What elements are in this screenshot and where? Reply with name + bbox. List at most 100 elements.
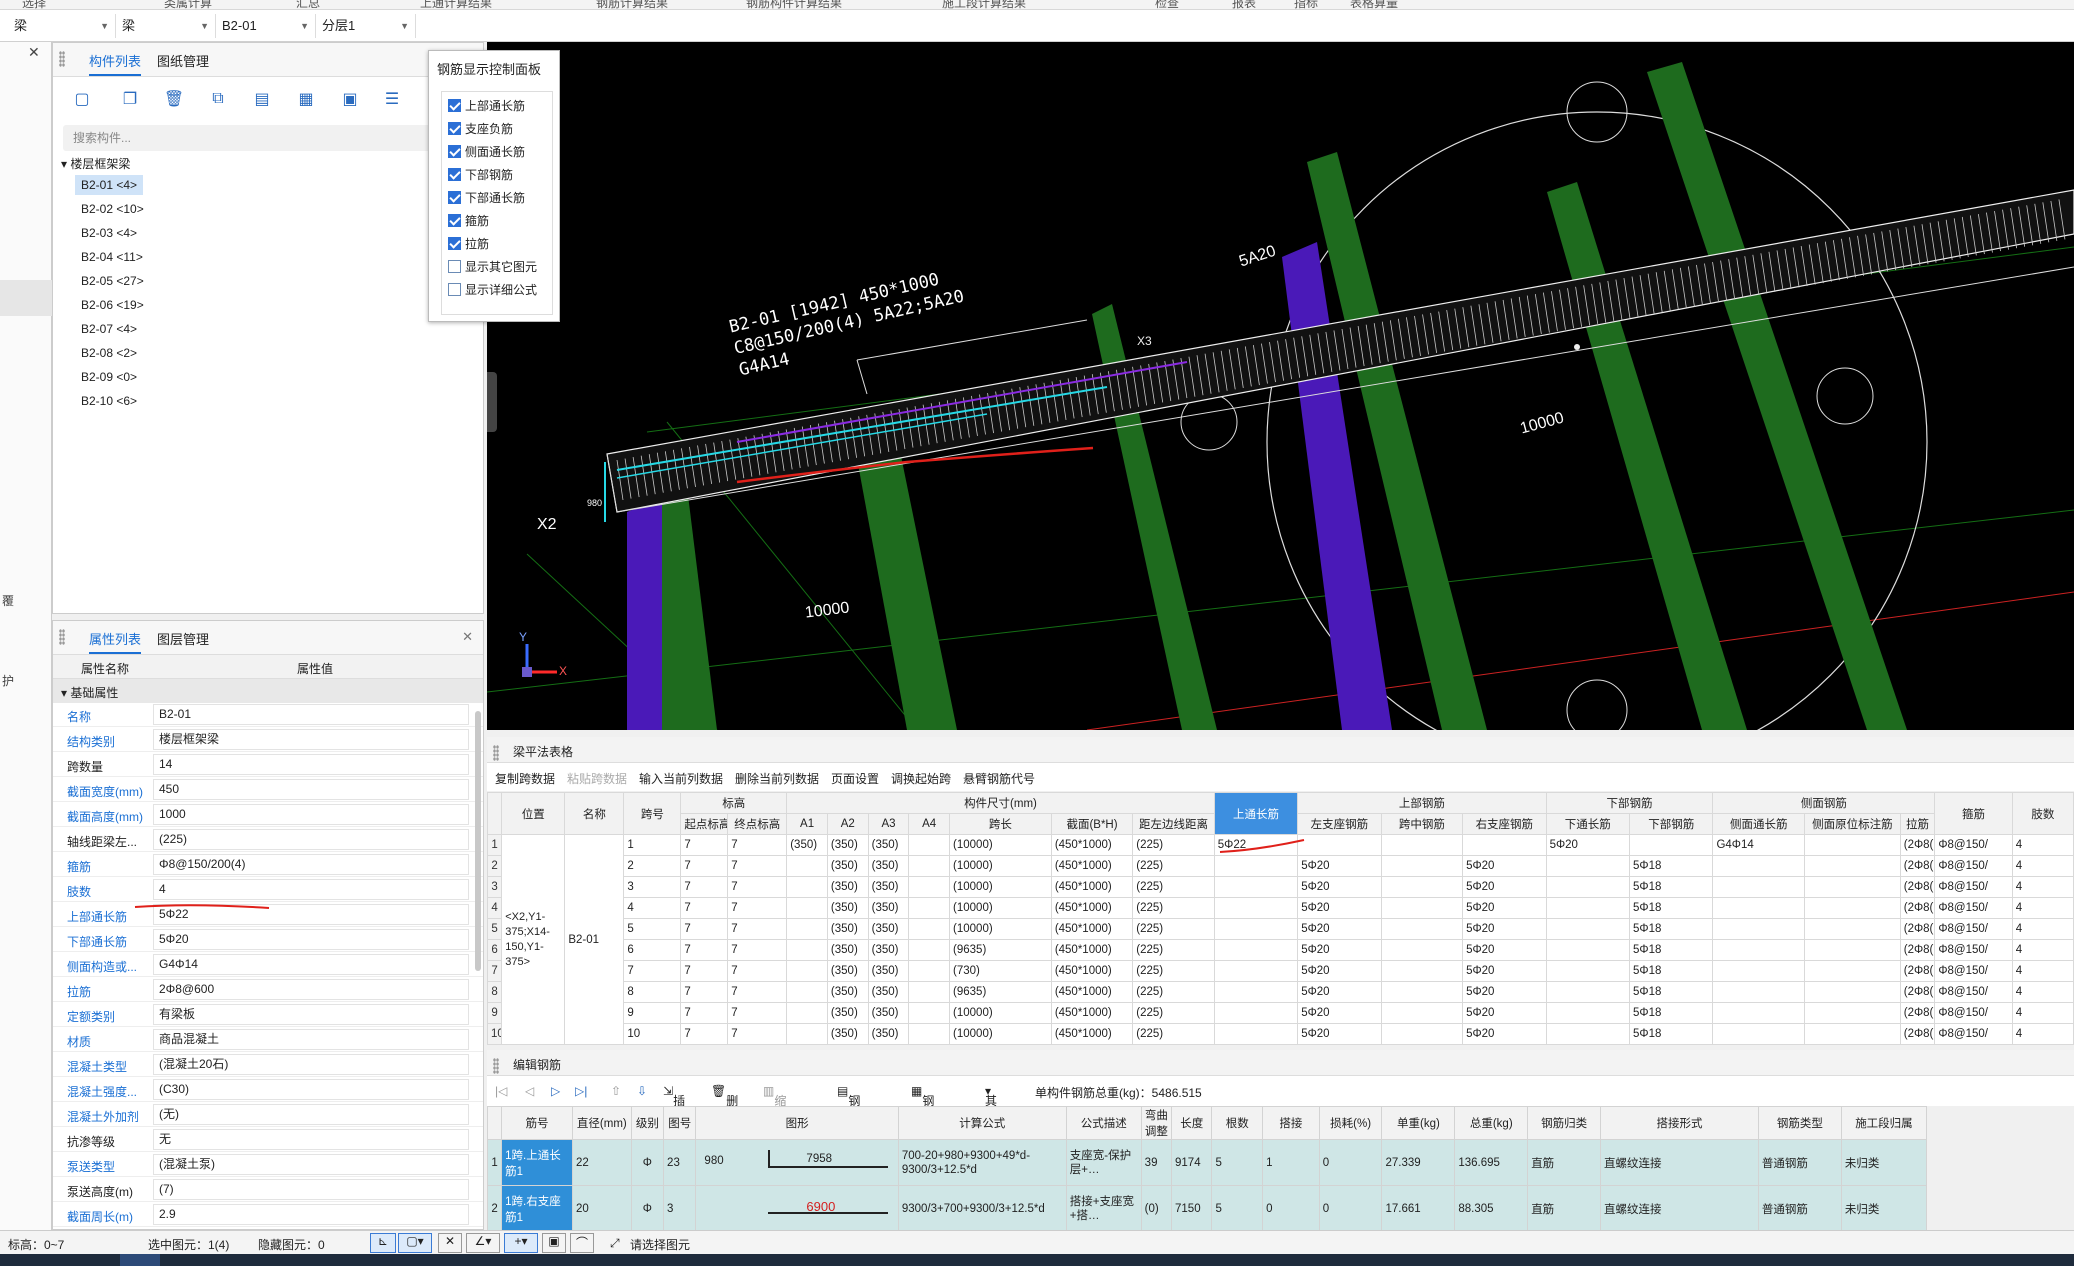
grid-cell[interactable]: 4 [2011,960,2074,982]
grid-cell[interactable]: 5 [623,918,682,940]
tree-item[interactable]: B2-08 <2> [75,343,143,363]
property-value[interactable]: (C30) [153,1079,469,1100]
grid-cell[interactable]: Φ8@150/ [1934,918,2013,940]
nav-label[interactable]: 护 [2,672,14,689]
grid-cell[interactable]: Φ8@150/ [1934,1002,2013,1024]
grid-cell[interactable]: 7 [680,960,729,982]
table-row[interactable]: 4 4 7 7 (350) (350) (10000) (450*1000) (225) 5Φ20… [486,897,2074,919]
grid-cell[interactable]: (225) [1132,981,1215,1003]
copy-layer-icon[interactable]: ⧉ [205,87,231,111]
grid-cell[interactable]: 5Φ18 [1629,939,1714,961]
grid-cell[interactable]: 5Φ18 [1629,918,1714,940]
delete-button[interactable]: 🗑 删除 [711,1084,738,1125]
formula-desc-cell[interactable]: 支座宽-保护层+… [1065,1139,1142,1186]
menu-item[interactable]: 汇总 [296,0,320,9]
grid-cell[interactable]: 7 [680,876,729,898]
menu-item[interactable]: 上通计算结果 [420,0,492,9]
grid-cell[interactable]: (10000) [949,855,1052,877]
tab-layer-management[interactable]: 图层管理 [157,629,209,648]
grid-cell[interactable]: (9635) [949,939,1052,961]
grid-cell[interactable] [1545,960,1631,982]
grid-cell[interactable]: Φ8@150/ [1934,960,2013,982]
search-input[interactable]: 搜索构件... [63,125,483,151]
collapse-handle[interactable] [487,372,497,432]
grid-cell[interactable]: 6 [623,939,682,961]
formula-desc-cell[interactable]: 搭接+支座宽+搭… [1065,1185,1142,1232]
menu-item[interactable]: 报表 [1232,0,1256,9]
checkbox-icon[interactable] [448,214,461,227]
move-down-icon[interactable]: ⇩ [637,1084,647,1098]
grid-cell[interactable]: (10000) [949,897,1052,919]
grid-cell[interactable]: 7 [680,981,729,1003]
table-row[interactable]: 6 6 7 7 (350) (350) (9635) (450*1000) (225) 5Φ20 5… [486,939,2074,961]
snap-box-icon[interactable]: ▢▾ [398,1233,432,1253]
grid-cell[interactable]: 5Φ18 [1629,1002,1714,1024]
table-row[interactable]: 3 3 7 7 (350) (350) (10000) (450*1000) (225) 5Φ20… [486,876,2074,898]
figure-no-cell[interactable]: 23 [663,1139,697,1186]
tree-item[interactable]: B2-09 <0> [75,367,143,387]
grid-cell[interactable]: 7 [680,939,729,961]
grid-cell[interactable]: 5Φ20 [1297,855,1382,877]
loss-cell[interactable]: 0 [1318,1139,1383,1186]
grid-cell[interactable]: (350) [867,981,910,1003]
grid-cell[interactable]: 7 [680,1002,729,1024]
grid-cell[interactable] [1804,981,1901,1003]
floor-select[interactable]: 梁 ▼ [8,14,116,38]
grid-cell[interactable]: 5Φ18 [1629,855,1714,877]
grid-cell[interactable] [786,897,828,919]
segment-cell[interactable]: 未归类 [1840,1185,1928,1232]
property-value[interactable]: (7) [153,1179,469,1200]
grid-cell[interactable]: 5Φ20 [1297,960,1382,982]
rebar-info-button[interactable]: ▤ 钢筋信息 [837,1084,860,1159]
grid-cell[interactable] [908,1023,951,1045]
grid-cell[interactable]: Φ8@150/ [1934,939,2013,961]
grid-cell[interactable] [908,939,951,961]
property-value[interactable]: 无 [153,1129,469,1150]
checkbox-icon[interactable] [448,99,461,112]
grid-icon[interactable]: ▣ [542,1233,566,1253]
grid-cell[interactable]: (350) [826,981,869,1003]
grid-cell[interactable] [1804,918,1901,940]
row-number[interactable]: 6 [486,939,503,961]
grid-cell[interactable] [786,876,828,898]
tree-item[interactable]: B2-04 <11> [75,247,149,267]
grid-cell[interactable] [908,960,951,982]
tree-item[interactable]: B2-06 <19> [75,295,150,315]
rebar-display-checkbox[interactable]: 下部通长筋 [448,188,525,208]
checkbox-icon[interactable] [448,283,461,296]
name-select[interactable]: B2-01 ▼ [216,14,316,38]
property-value[interactable]: (无) [153,1104,469,1125]
arc-icon[interactable]: ⌒ [570,1233,594,1253]
grid-cell[interactable] [1804,876,1901,898]
menu-item[interactable]: 选择 [22,0,46,9]
bend-adjust-cell[interactable]: 39 [1140,1139,1173,1186]
taskbar-app[interactable] [120,1254,160,1266]
property-value[interactable]: B2-01 [153,704,469,725]
grid-cell[interactable]: (10000) [949,1023,1052,1045]
grade-cell[interactable]: Φ [630,1185,665,1232]
other-menu[interactable]: 其他 ▾ [985,1084,997,1125]
grid-cell[interactable] [1712,855,1806,877]
property-value[interactable]: G4Φ14 [153,954,469,975]
grid-cell[interactable]: 7 [727,939,788,961]
copy-icon[interactable]: ❐ [117,87,143,111]
grid-cell[interactable]: (450*1000) [1050,834,1134,856]
grid-cell[interactable]: 7 [727,1002,788,1024]
grid-cell[interactable]: (225) [1132,939,1215,961]
grid-cell[interactable]: (450*1000) [1050,897,1134,919]
grid-cell[interactable]: (350) [867,939,910,961]
move-up-icon[interactable]: ⇧ [611,1084,621,1098]
grid-cell[interactable]: (225) [1132,1023,1215,1045]
filter-icon[interactable]: ▦ [293,87,319,111]
grid-cell[interactable]: (350) [826,855,869,877]
close-icon[interactable]: ✕ [462,629,473,645]
grid-cell[interactable] [1213,981,1299,1003]
checkbox-icon[interactable] [448,145,461,158]
drag-grip-icon[interactable] [59,51,65,67]
grid-cell[interactable] [1213,897,1299,919]
grid-cell[interactable] [908,834,951,856]
close-icon[interactable]: ✕ [28,44,40,61]
grid-cell[interactable] [1712,1023,1806,1045]
grid-cell[interactable]: (225) [1132,1002,1215,1024]
grid-cell[interactable]: 5Φ20 [1297,897,1382,919]
